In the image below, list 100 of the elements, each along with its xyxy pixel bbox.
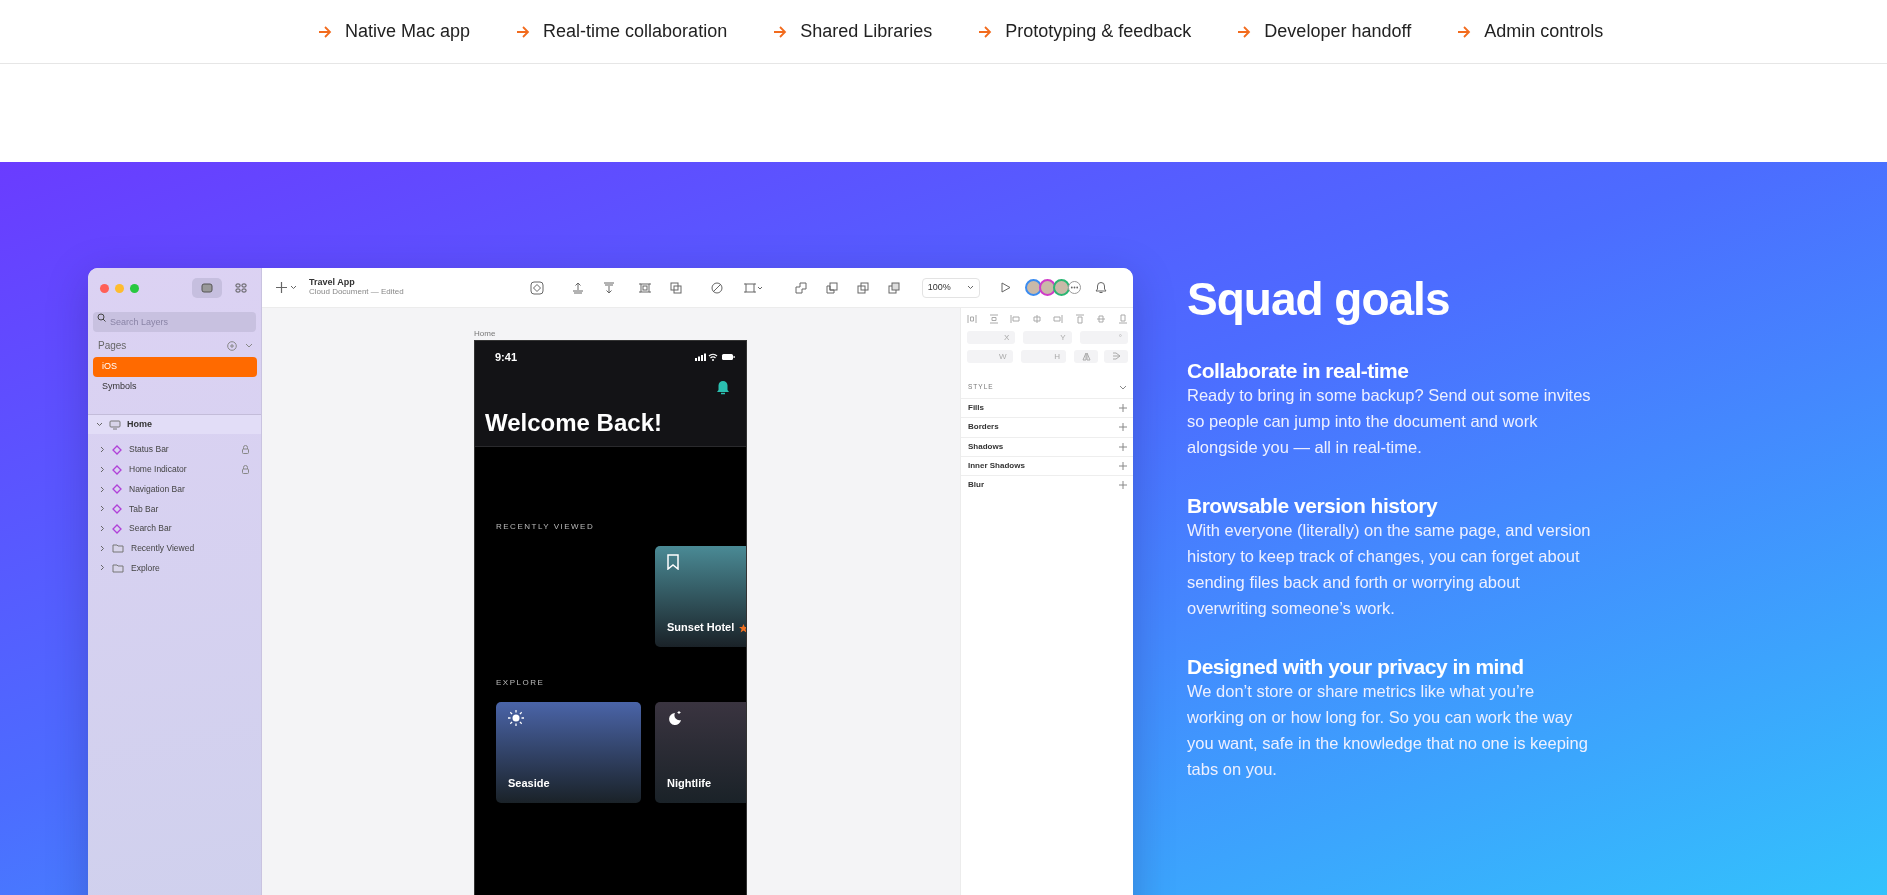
section-heading: Squad goals bbox=[1187, 273, 1451, 326]
align-icon[interactable] bbox=[967, 314, 977, 324]
document-title: Travel App bbox=[309, 278, 356, 289]
chevron-right-icon[interactable] bbox=[100, 485, 105, 493]
layer-row[interactable]: Explore bbox=[88, 558, 261, 578]
play-icon[interactable] bbox=[1000, 282, 1011, 293]
section-title: Inner Shadows bbox=[968, 460, 1025, 473]
avatar[interactable] bbox=[1024, 279, 1042, 296]
plus-icon[interactable] bbox=[1119, 481, 1127, 490]
arrow-icon bbox=[1457, 25, 1472, 38]
plus-icon[interactable] bbox=[1119, 462, 1127, 471]
more-icon[interactable] bbox=[1067, 281, 1081, 294]
group-icon[interactable] bbox=[668, 280, 683, 295]
card-title: Nightlife bbox=[667, 775, 711, 791]
chevron-right-icon[interactable] bbox=[100, 466, 105, 474]
layer-row[interactable]: Search Bar bbox=[88, 518, 261, 539]
plus-icon[interactable] bbox=[1119, 404, 1127, 413]
plus-icon[interactable] bbox=[1119, 442, 1127, 451]
arrow-icon bbox=[1237, 25, 1252, 38]
align-icon[interactable] bbox=[1031, 314, 1042, 324]
diamond-icon bbox=[112, 503, 122, 514]
diamond-icon[interactable] bbox=[529, 280, 544, 295]
chevron-right-icon[interactable] bbox=[100, 564, 105, 572]
star-icon bbox=[739, 624, 746, 633]
section-title: Shadows bbox=[968, 440, 1004, 453]
card-title: Seaside bbox=[508, 775, 550, 791]
plus-icon[interactable] bbox=[1119, 423, 1127, 432]
layer-row[interactable]: Home Indicator bbox=[88, 459, 261, 480]
grid-icon bbox=[235, 283, 247, 293]
chevron-right-icon[interactable] bbox=[100, 525, 105, 533]
feature-heading: Collaborate in real-time bbox=[1187, 358, 1410, 382]
folder-icon bbox=[112, 543, 124, 554]
photo-card[interactable]: Sunset Hotel bbox=[655, 546, 746, 647]
chevron-down-icon[interactable] bbox=[1119, 384, 1127, 390]
plus-icon bbox=[276, 282, 287, 293]
photo-card[interactable]: Nightlife bbox=[655, 702, 746, 803]
pages-heading: Pages bbox=[98, 339, 127, 353]
diamond-icon bbox=[112, 523, 122, 534]
chevron-right-icon[interactable] bbox=[100, 446, 105, 454]
layer-row[interactable]: Status Bar bbox=[88, 440, 261, 460]
canvas-view-button[interactable] bbox=[192, 278, 222, 298]
section-title: Fills bbox=[968, 402, 984, 415]
layer-name: Tab Bar bbox=[129, 502, 160, 516]
chevron-down-icon bbox=[290, 285, 297, 290]
chevron-down-icon[interactable] bbox=[96, 422, 103, 427]
search-icon bbox=[97, 313, 107, 322]
layer-row[interactable]: Tab Bar bbox=[88, 499, 261, 519]
union-icon[interactable] bbox=[793, 280, 808, 295]
rotate-icon bbox=[1111, 352, 1121, 361]
feature-link[interactable]: Shared Libraries bbox=[773, 18, 933, 45]
photo-card[interactable]: Seaside bbox=[496, 702, 641, 803]
diamond-icon bbox=[112, 464, 122, 475]
align-icon[interactable] bbox=[1096, 314, 1107, 324]
layer-name: Navigation Bar bbox=[129, 482, 186, 496]
difference-icon[interactable] bbox=[886, 280, 901, 295]
align-icon[interactable] bbox=[1010, 314, 1021, 324]
screen-icon bbox=[201, 283, 213, 293]
chevron-right-icon[interactable] bbox=[100, 544, 105, 552]
bell-icon[interactable] bbox=[716, 379, 730, 395]
bell-icon[interactable] bbox=[1094, 281, 1107, 294]
align-icon[interactable] bbox=[1053, 314, 1064, 324]
arrow-icon bbox=[318, 25, 332, 38]
chevron-right-icon[interactable] bbox=[100, 505, 105, 513]
page-item[interactable]: Symbols bbox=[93, 377, 257, 397]
layer-row[interactable]: Recently Viewed bbox=[88, 538, 261, 559]
lock-icon[interactable] bbox=[242, 465, 249, 475]
align-icon[interactable] bbox=[1074, 314, 1085, 324]
layer-name: Recently Viewed bbox=[131, 541, 196, 555]
feature-heading: Browsable version history bbox=[1187, 494, 1439, 518]
feature-link[interactable]: Developer handoff bbox=[1237, 18, 1412, 45]
frame-icon[interactable] bbox=[637, 280, 652, 295]
crop-icon[interactable] bbox=[742, 280, 763, 295]
feature-link[interactable]: Native Mac app bbox=[318, 18, 471, 45]
screen-title: Welcome Back! bbox=[485, 407, 663, 438]
slash-circle-icon[interactable] bbox=[709, 280, 724, 295]
align-icon[interactable] bbox=[1117, 314, 1128, 324]
zoom-dropdown[interactable]: 100% bbox=[921, 277, 980, 298]
feature-link[interactable]: Admin controls bbox=[1457, 18, 1604, 45]
artboard-label[interactable]: Home bbox=[474, 328, 960, 340]
feature-link[interactable]: Prototyping & feedback bbox=[978, 18, 1192, 45]
close-icon[interactable] bbox=[100, 283, 109, 293]
upload-icon[interactable] bbox=[570, 280, 585, 295]
feature-description: Ready to bring in some backup? Send out some invites so people can jump into the document and work alongside you — all in real-time. bbox=[1187, 385, 1592, 458]
subtract-icon[interactable] bbox=[824, 280, 839, 295]
download-icon[interactable] bbox=[601, 280, 616, 295]
layer-row[interactable]: Home bbox=[88, 414, 261, 434]
arrow-icon bbox=[516, 25, 531, 38]
flip-button[interactable] bbox=[1074, 350, 1098, 363]
chevron-down-icon[interactable] bbox=[245, 342, 253, 349]
chevron-down-icon bbox=[966, 285, 974, 290]
feature-description: We don’t store or share metrics like what you’re working on or how long for. So you can work the way you want, safe in the knowledge that no one is keeping tabs on you. bbox=[1187, 681, 1589, 781]
intersect-icon[interactable] bbox=[855, 280, 870, 295]
layer-name: Home Indicator bbox=[129, 463, 188, 476]
insert-button[interactable] bbox=[276, 282, 297, 293]
align-icon[interactable] bbox=[988, 314, 999, 324]
lock-icon[interactable] bbox=[242, 445, 249, 455]
status-icons-drawing bbox=[695, 353, 735, 362]
add-icon[interactable] bbox=[227, 340, 237, 351]
layer-row[interactable]: Navigation Bar bbox=[88, 479, 261, 500]
feature-link[interactable]: Real-time collaboration bbox=[516, 18, 728, 45]
